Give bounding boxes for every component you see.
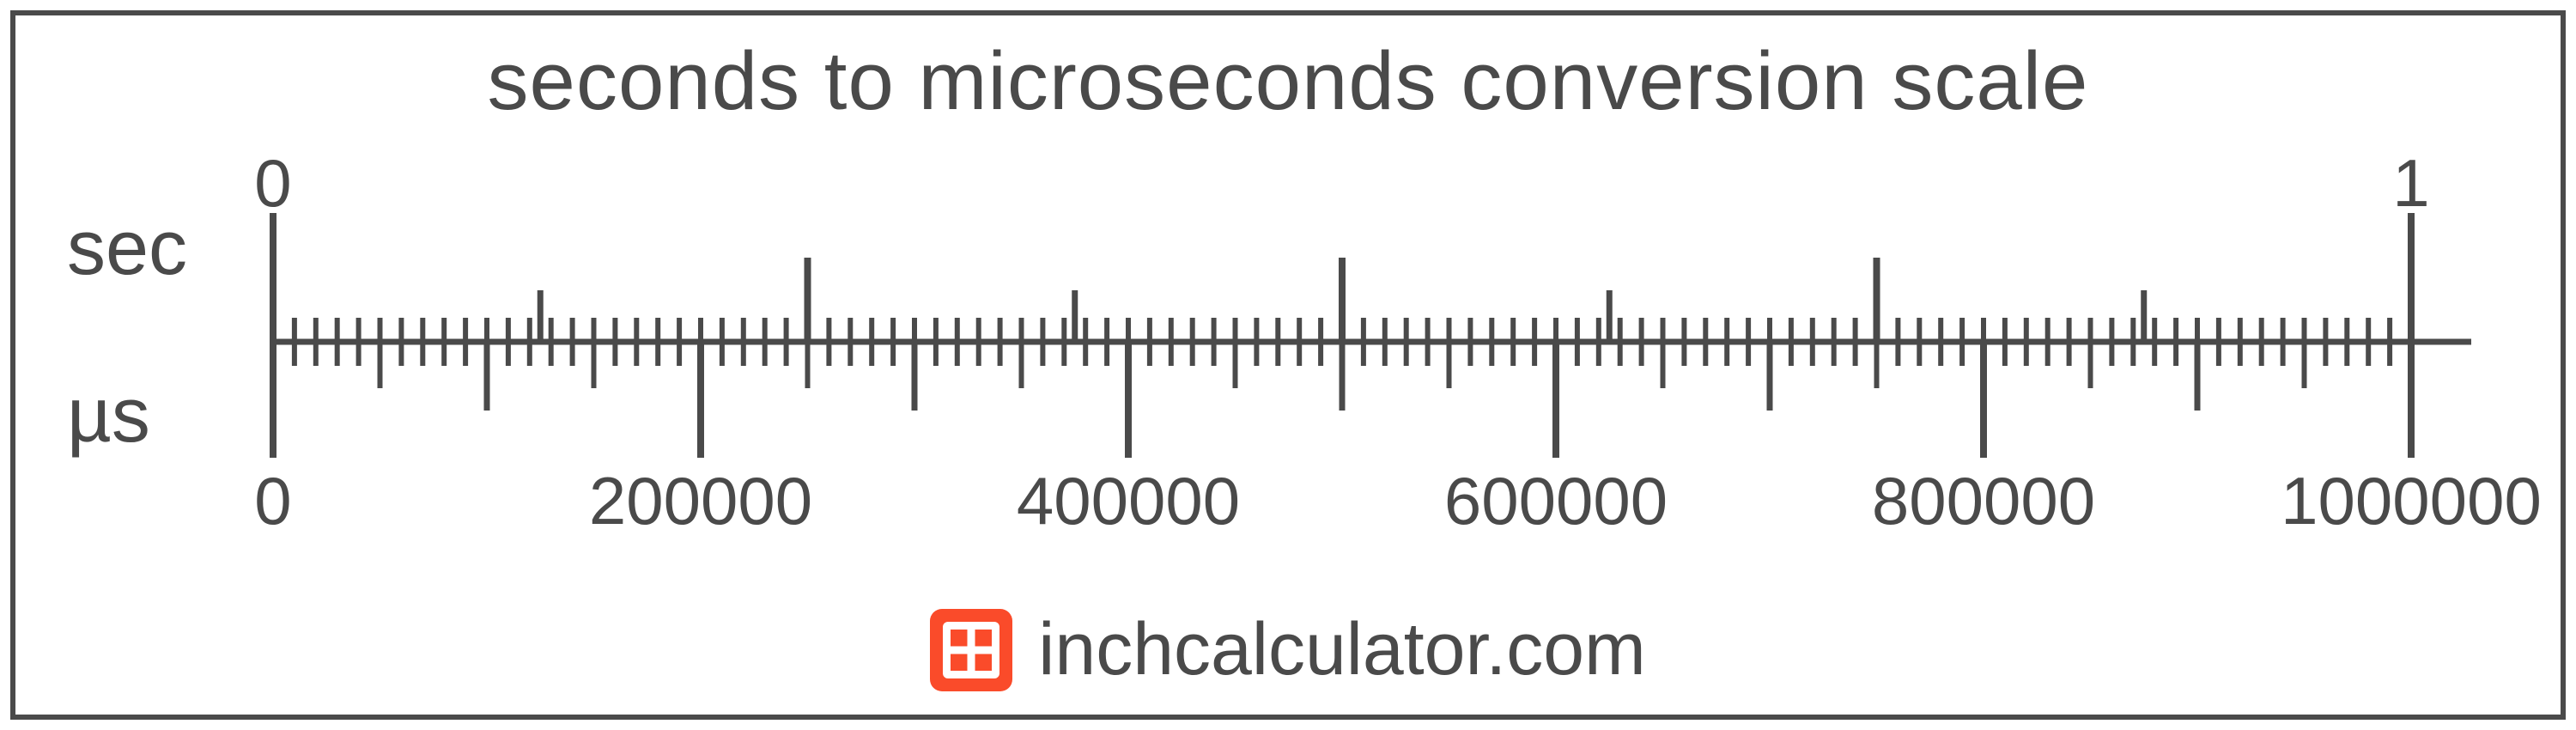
diagram-frame: seconds to microseconds conversion scale…: [10, 10, 2566, 720]
brand-logo-icon: [930, 609, 1012, 691]
top-tick-label: 0: [254, 144, 291, 222]
page-title: seconds to microseconds conversion scale: [15, 34, 2561, 129]
ruler-svg: [239, 153, 2506, 531]
top-tick-label: 1: [2392, 144, 2429, 222]
bottom-tick-label: 800000: [1872, 462, 2095, 540]
footer: inchcalculator.com: [15, 607, 2561, 692]
unit-label-seconds: sec: [67, 204, 187, 293]
bottom-tick-label: 1000000: [2281, 462, 2542, 540]
ruler: 0102000004000006000008000001000000: [239, 153, 2506, 531]
bottom-tick-label: 200000: [589, 462, 812, 540]
brand-name: inchcalculator.com: [1038, 607, 1645, 692]
unit-label-microseconds: µs: [67, 372, 150, 460]
bottom-tick-label: 600000: [1444, 462, 1668, 540]
bottom-tick-label: 400000: [1017, 462, 1240, 540]
bottom-tick-label: 0: [254, 462, 291, 540]
